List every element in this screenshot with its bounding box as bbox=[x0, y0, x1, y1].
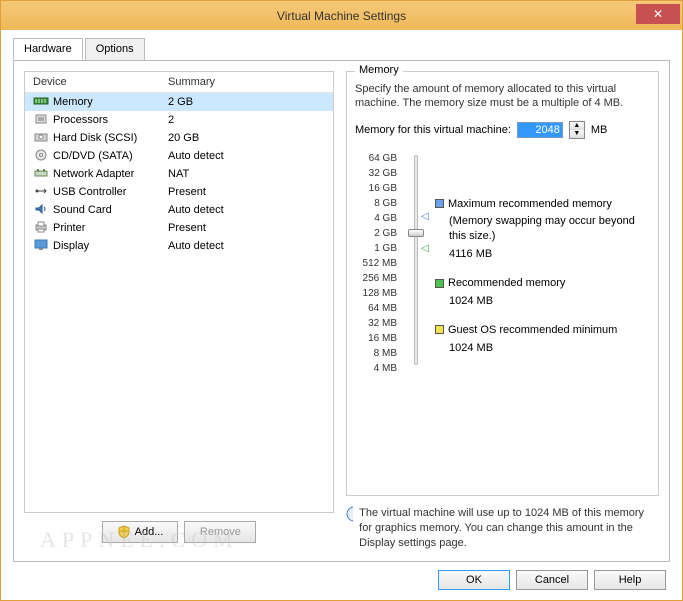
legend-rec-swatch bbox=[435, 279, 444, 288]
cancel-button[interactable]: Cancel bbox=[516, 570, 588, 590]
col-device: Device bbox=[33, 76, 168, 88]
titlebar: Virtual Machine Settings ✕ bbox=[1, 1, 682, 30]
device-row-processors[interactable]: Processors 2 bbox=[25, 111, 333, 129]
memory-info-text: The virtual machine will use up to 1024 … bbox=[359, 506, 659, 551]
legend-min-label: Guest OS recommended minimum bbox=[448, 324, 617, 336]
close-button[interactable]: ✕ bbox=[636, 4, 680, 24]
shield-icon bbox=[117, 525, 131, 539]
legend-min-value: 1024 MB bbox=[435, 341, 650, 356]
ok-button[interactable]: OK bbox=[438, 570, 510, 590]
device-name: Printer bbox=[53, 222, 85, 234]
legend-max-value: 4116 MB bbox=[435, 247, 650, 262]
memory-slider-track[interactable] bbox=[414, 155, 418, 365]
device-summary: 2 bbox=[168, 114, 325, 126]
tab-strip: Hardware Options bbox=[13, 38, 670, 61]
memory-icon bbox=[33, 95, 49, 109]
memory-unit: MB bbox=[591, 124, 608, 136]
spin-up-icon[interactable]: ▲ bbox=[570, 122, 584, 130]
device-row-sound[interactable]: Sound Card Auto detect bbox=[25, 201, 333, 219]
remove-button[interactable]: Remove bbox=[184, 521, 256, 543]
legend-max-swatch bbox=[435, 199, 444, 208]
device-row-printer[interactable]: Printer Present bbox=[25, 219, 333, 237]
tab-hardware[interactable]: Hardware bbox=[13, 38, 83, 60]
device-name: CD/DVD (SATA) bbox=[53, 150, 133, 162]
device-row-usb[interactable]: USB Controller Present bbox=[25, 183, 333, 201]
device-name: Network Adapter bbox=[53, 168, 134, 180]
add-label: Add... bbox=[135, 526, 164, 538]
legend-rec-label: Recommended memory bbox=[448, 277, 565, 289]
info-icon: i bbox=[346, 506, 353, 522]
cpu-icon bbox=[33, 113, 49, 127]
cd-icon bbox=[33, 149, 49, 163]
legend-max-note: (Memory swapping may occur beyond this s… bbox=[435, 214, 650, 244]
legend-max-label: Maximum recommended memory bbox=[448, 198, 612, 210]
device-row-cddvd[interactable]: CD/DVD (SATA) Auto detect bbox=[25, 147, 333, 165]
device-name: Hard Disk (SCSI) bbox=[53, 132, 137, 144]
device-summary: Auto detect bbox=[168, 204, 325, 216]
marker-max-icon: ◁ bbox=[421, 211, 429, 222]
device-row-network[interactable]: Network Adapter NAT bbox=[25, 165, 333, 183]
memory-input-label: Memory for this virtual machine: bbox=[355, 124, 511, 136]
device-name: Processors bbox=[53, 114, 108, 126]
memory-slider-thumb[interactable] bbox=[408, 229, 424, 237]
sound-icon bbox=[33, 203, 49, 217]
device-summary: 2 GB bbox=[168, 96, 325, 108]
spin-down-icon[interactable]: ▼ bbox=[570, 130, 584, 138]
display-icon bbox=[33, 239, 49, 253]
device-summary: NAT bbox=[168, 168, 325, 180]
legend-rec-value: 1024 MB bbox=[435, 294, 650, 309]
device-summary: Present bbox=[168, 222, 325, 234]
harddisk-icon bbox=[33, 131, 49, 145]
add-button[interactable]: Add... bbox=[102, 521, 179, 543]
device-name: Memory bbox=[53, 96, 93, 108]
col-summary: Summary bbox=[168, 76, 325, 88]
svg-text:i: i bbox=[352, 509, 353, 521]
device-summary: Present bbox=[168, 186, 325, 198]
memory-tick-labels: 64 GB32 GB16 GB 8 GB4 GB2 GB 1 GB512 MB2… bbox=[355, 151, 397, 376]
tab-options[interactable]: Options bbox=[85, 38, 145, 60]
device-name: USB Controller bbox=[53, 186, 126, 198]
device-row-memory[interactable]: Memory 2 GB bbox=[25, 93, 333, 111]
device-row-harddisk[interactable]: Hard Disk (SCSI) 20 GB bbox=[25, 129, 333, 147]
memory-input[interactable] bbox=[517, 122, 563, 138]
device-list: Device Summary Memory 2 GB Processors 2 … bbox=[24, 71, 334, 513]
legend-min-swatch bbox=[435, 325, 444, 334]
device-summary: 20 GB bbox=[168, 132, 325, 144]
device-name: Display bbox=[53, 240, 89, 252]
window-title: Virtual Machine Settings bbox=[277, 9, 406, 23]
memory-description: Specify the amount of memory allocated t… bbox=[355, 82, 650, 111]
marker-rec-icon: ◁ bbox=[421, 243, 429, 254]
device-summary: Auto detect bbox=[168, 150, 325, 162]
network-icon bbox=[33, 167, 49, 181]
memory-spinner[interactable]: ▲▼ bbox=[569, 121, 585, 139]
help-button[interactable]: Help bbox=[594, 570, 666, 590]
device-summary: Auto detect bbox=[168, 240, 325, 252]
memory-group-title: Memory bbox=[355, 64, 403, 76]
device-name: Sound Card bbox=[53, 204, 112, 216]
device-row-display[interactable]: Display Auto detect bbox=[25, 237, 333, 255]
printer-icon bbox=[33, 221, 49, 235]
usb-icon bbox=[33, 185, 49, 199]
